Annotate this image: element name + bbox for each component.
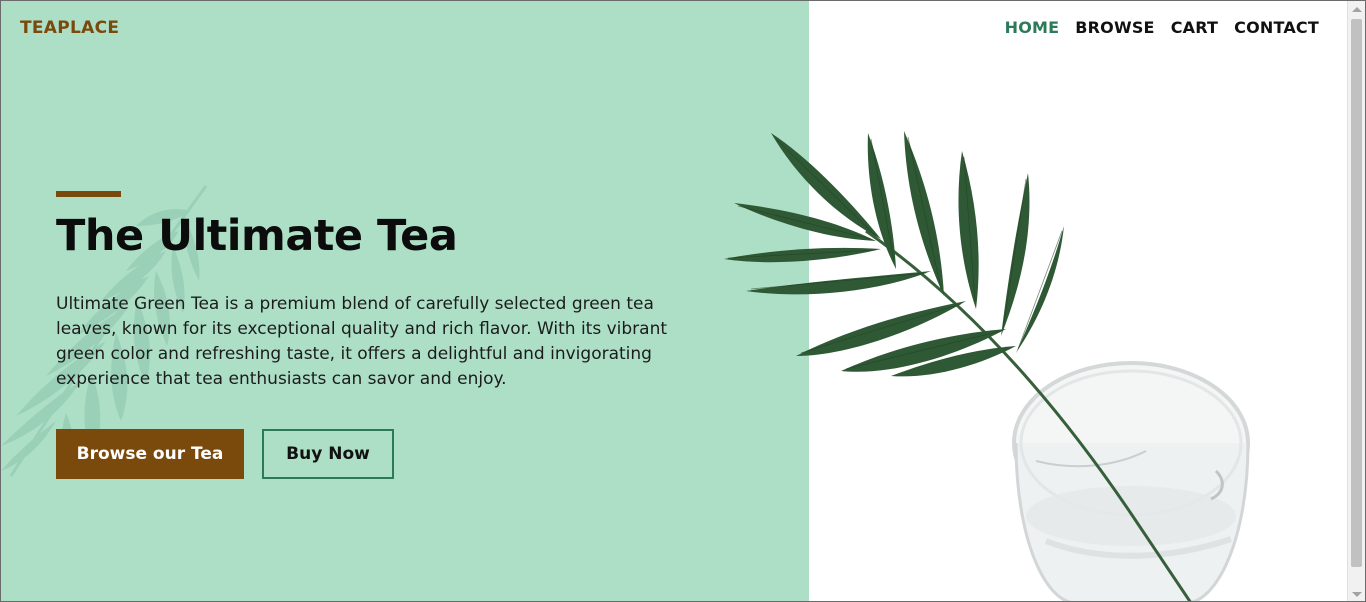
- scroll-up-icon[interactable]: [1352, 7, 1362, 12]
- site-logo[interactable]: TEAPLACE: [20, 18, 119, 38]
- hero-description: Ultimate Green Tea is a premium blend of…: [56, 294, 668, 389]
- page: TEAPLACE The Ultimate Tea Ultimate Green…: [0, 0, 1366, 602]
- title-accent-bar: [56, 191, 121, 197]
- hero-left-panel: TEAPLACE The Ultimate Tea Ultimate Green…: [1, 1, 809, 601]
- scroll-down-icon[interactable]: [1352, 592, 1362, 597]
- hero-title: The Ultimate Tea: [56, 211, 458, 261]
- browse-tea-button[interactable]: Browse our Tea: [56, 429, 244, 479]
- nav-cart[interactable]: CART: [1171, 18, 1218, 37]
- main-nav: HOME BROWSE CART CONTACT: [1005, 18, 1319, 37]
- glass-cup-icon: [1012, 361, 1250, 601]
- nav-home[interactable]: HOME: [1005, 18, 1060, 37]
- scroll-thumb[interactable]: [1351, 19, 1362, 567]
- palm-leaf-glass-image: [724, 131, 1250, 601]
- buy-now-button[interactable]: Buy Now: [262, 429, 394, 479]
- vertical-scrollbar[interactable]: [1347, 1, 1365, 601]
- nav-contact[interactable]: CONTACT: [1234, 18, 1319, 37]
- nav-browse[interactable]: BROWSE: [1075, 18, 1154, 37]
